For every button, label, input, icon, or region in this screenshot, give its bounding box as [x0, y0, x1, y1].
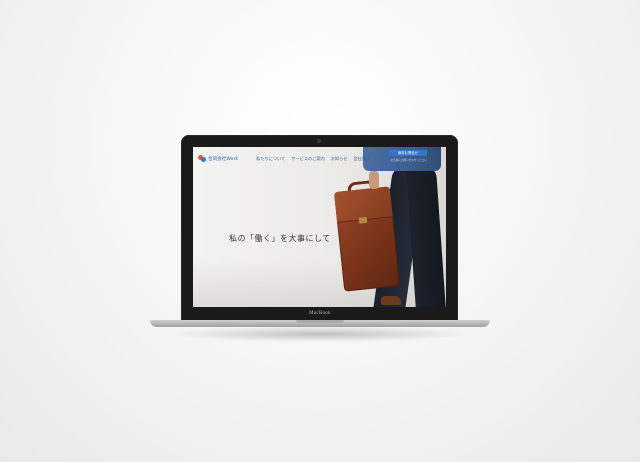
laptop-screen: 合同会社Work 私たちについて サービスのご案内 お知らせ 会社案内 無料お問…: [193, 147, 446, 307]
nav-item-about[interactable]: 私たちについて: [256, 156, 285, 162]
logo-text: 合同会社Work: [208, 157, 239, 162]
base-notch: [296, 320, 344, 323]
hero-headline: 私の「働く」を大事にして: [229, 234, 331, 243]
main-nav: 私たちについて サービスのご案内 お知らせ 会社案内: [256, 156, 370, 162]
briefcase-clasp: [358, 216, 368, 224]
laptop-brand: MacBook: [309, 311, 331, 316]
logo-icon: [198, 155, 206, 163]
contact-button[interactable]: 無料お問合せ: [389, 150, 427, 156]
stage: 合同会社Work 私たちについて サービスのご案内 お知らせ 会社案内 無料お問…: [0, 0, 640, 462]
camera-icon: [317, 139, 321, 143]
person-hand: [369, 171, 379, 189]
nav-item-news[interactable]: お知らせ: [331, 156, 348, 162]
laptop-shadow: [170, 326, 470, 342]
contact-subtext: お気軽にお問い合わせください: [390, 159, 427, 162]
briefcase-image: [333, 179, 401, 292]
site-logo[interactable]: 合同会社Work: [198, 154, 238, 164]
laptop-base: [150, 320, 490, 327]
laptop-lid: 合同会社Work 私たちについて サービスのご案内 お知らせ 会社案内 無料お問…: [181, 135, 458, 321]
nav-item-company[interactable]: 会社案内: [353, 156, 370, 162]
person-shoe: [381, 296, 401, 305]
nav-item-services[interactable]: サービスのご案内: [291, 156, 325, 162]
